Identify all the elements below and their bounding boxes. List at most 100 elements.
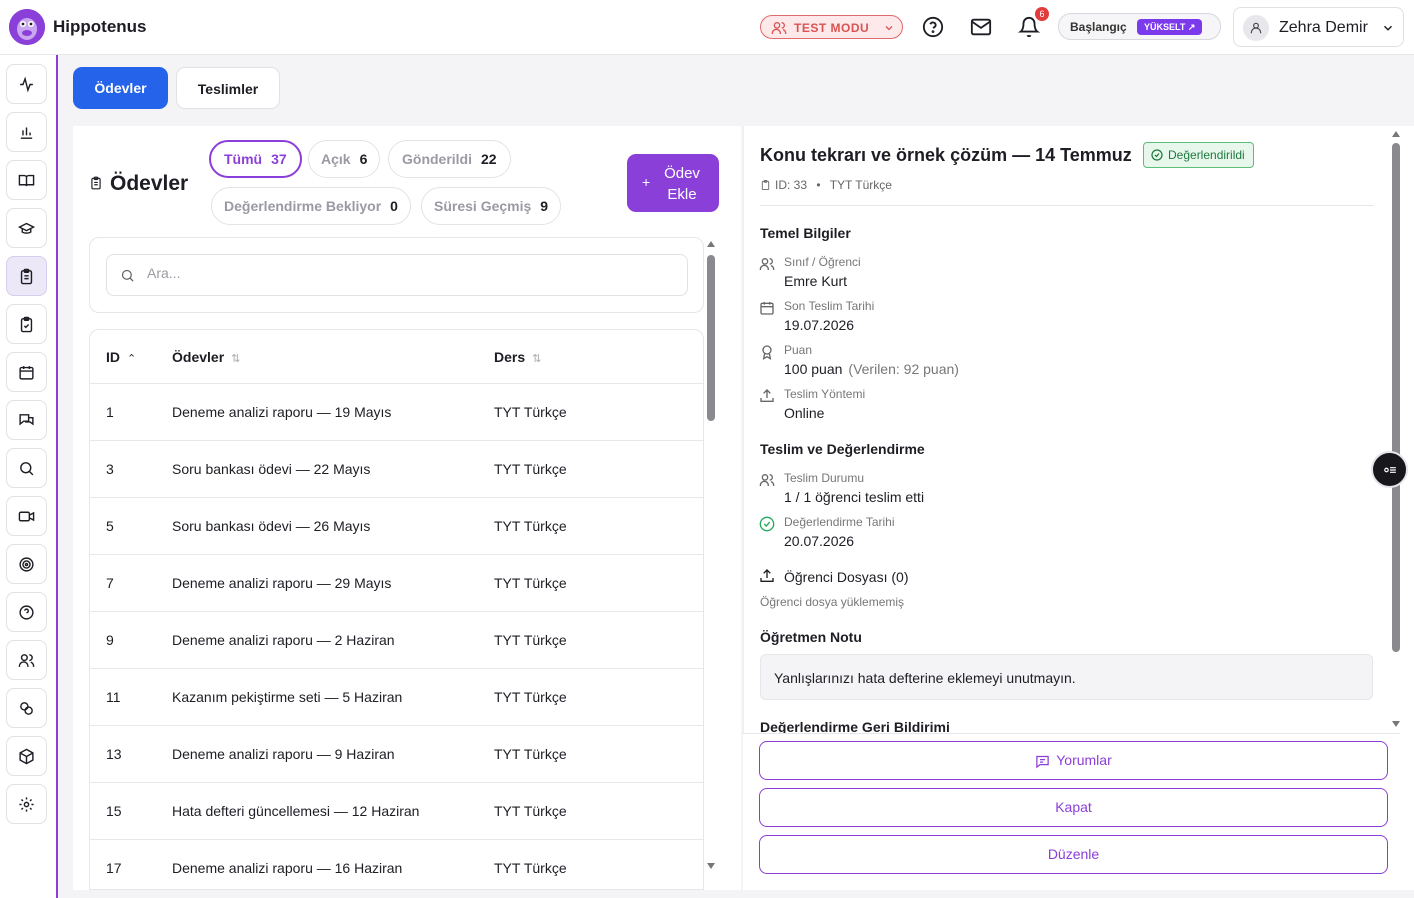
sidebar-item-assignments[interactable] [6, 256, 47, 296]
row-course: TYT Türkçe [494, 689, 567, 705]
sidebar-item-live-lessons[interactable] [6, 496, 47, 536]
sidebar-item-packages[interactable] [6, 736, 47, 776]
scroll-up-icon[interactable] [1392, 130, 1400, 138]
row-name: Hata defteri güncellemesi — 12 Haziran [172, 803, 420, 819]
row-id: 15 [106, 803, 122, 819]
table-row[interactable]: 1 Deneme analizi raporu — 19 Mayıs TYT Tür… [90, 383, 703, 440]
row-course: TYT Türkçe [494, 860, 567, 876]
column-header-label: Ödevler [172, 349, 225, 365]
sidebar-item-search[interactable] [6, 448, 47, 488]
row-name: Deneme analizi raporu — 16 Haziran [172, 860, 403, 876]
messages-button[interactable] [970, 16, 992, 38]
class-label: Sınıf / Öğrenci [784, 255, 861, 269]
add-assignment-button[interactable]: + Ödev Ekle [627, 154, 719, 212]
table-row[interactable]: 11 Kazanım pekiştirme seti — 5 Haziran TYT… [90, 668, 703, 725]
clipboard-icon [761, 179, 770, 191]
sidebar-item-courses[interactable] [6, 160, 47, 200]
row-id: 1 [106, 404, 114, 420]
table-row[interactable]: 17 Deneme analizi raporu — 16 Haziran TYT … [90, 839, 703, 889]
detail-title: Konu tekrarı ve örnek çözüm — 14 Temmuz [760, 145, 1132, 165]
sidebar-item-users[interactable] [6, 640, 47, 680]
detail-scroll-thumb[interactable] [1392, 143, 1400, 652]
sidebar-item-activity[interactable] [6, 64, 47, 104]
close-button[interactable]: Kapat [759, 788, 1388, 827]
scroll-down-icon[interactable] [1392, 720, 1400, 728]
teacher-note-title: Öğretmen Notu [760, 629, 862, 645]
evaluation-date-value: 20.07.2026 [784, 533, 855, 549]
plan-badge[interactable]: Başlangıç YÜKSELT ↗ [1058, 13, 1221, 40]
edit-button[interactable]: Düzenle [759, 835, 1388, 874]
users-icon [759, 474, 775, 486]
detail-id: ID: 33 [775, 178, 808, 192]
column-header-course[interactable]: Ders ⇅ [494, 349, 541, 365]
sort-icon: ⇅ [532, 353, 542, 365]
help-button[interactable] [922, 16, 944, 38]
sidebar-item-help[interactable] [6, 592, 47, 632]
row-course: TYT Türkçe [494, 803, 567, 819]
filter-count: 0 [390, 198, 398, 214]
target-icon [19, 556, 34, 572]
column-header-name[interactable]: Ödevler ⇅ [172, 349, 240, 365]
sidebar-item-goals[interactable] [6, 544, 47, 584]
sidebar-item-settings[interactable] [6, 784, 47, 824]
sidebar-item-exams[interactable] [6, 304, 47, 344]
submission-status-label: Teslim Durumu [784, 471, 865, 485]
tab-submissions[interactable]: Teslimler [176, 67, 280, 109]
message-square-icon [1036, 755, 1049, 769]
filter-label: Tümü [224, 151, 263, 167]
sidebar-item-calendar[interactable] [6, 352, 47, 392]
messages-icon [19, 413, 34, 426]
sidebar-item-students[interactable] [6, 208, 47, 248]
upload-icon [760, 389, 774, 402]
avatar [1243, 15, 1269, 41]
table-row[interactable]: 15 Hata defteri güncellemesi — 12 Haziran… [90, 782, 703, 839]
sort-asc-icon: ⌃ [127, 353, 137, 365]
table-row[interactable]: 3 Soru bankası ödevi — 22 Mayıs TYT Türkçe [90, 440, 703, 497]
user-menu[interactable]: Zehra Demir [1233, 7, 1404, 47]
tab-assignments[interactable]: Ödevler [73, 67, 168, 109]
notification-count-badge: 6 [1035, 7, 1049, 21]
sidebar-item-reports[interactable] [6, 112, 47, 152]
column-header-label: Ders [494, 349, 526, 365]
list-scroll-thumb[interactable] [707, 255, 715, 421]
table-row[interactable]: 7 Deneme analizi raporu — 29 Mayıs TYT Tür… [90, 554, 703, 611]
hippotenus-logo[interactable] [9, 9, 45, 45]
plus-icon: + [642, 174, 651, 190]
filter-label: Değerlendirme Bekliyor [224, 198, 382, 214]
score-given: (Verilen: 92 puan) [848, 361, 959, 377]
meta-separator: • [816, 178, 821, 192]
filter-all[interactable]: Tümü 37 [209, 140, 302, 178]
search-input[interactable] [106, 254, 688, 296]
upgrade-button[interactable]: YÜKSELT ↗ [1137, 19, 1203, 35]
scroll-down-icon[interactable] [707, 862, 715, 870]
row-course: TYT Türkçe [494, 404, 567, 420]
package-icon [19, 748, 34, 764]
table-row[interactable]: 5 Soru bankası ödevi — 26 Mayıs TYT Türkçe [90, 497, 703, 554]
student-files-empty: Öğrenci dosya yüklememiş [760, 595, 905, 609]
sidebar-item-badges[interactable] [6, 688, 47, 728]
comments-button[interactable]: Yorumlar [759, 741, 1388, 780]
sidebar-item-messages[interactable] [6, 400, 47, 440]
row-name: Deneme analizi raporu — 19 Mayıs [172, 404, 392, 420]
filter-open[interactable]: Açık 6 [308, 140, 381, 178]
filter-label: Gönderildi [402, 151, 472, 167]
filter-awaiting-evaluation[interactable]: Değerlendirme Bekliyor 0 [211, 187, 411, 225]
column-header-id[interactable]: ID ⌃ [106, 349, 136, 365]
list-filter-icon [1384, 467, 1396, 473]
search-field[interactable] [147, 265, 667, 281]
floating-assistant-button[interactable] [1371, 451, 1408, 488]
add-assignment-label: Ödev Ekle [664, 165, 700, 203]
filter-submitted[interactable]: Gönderildi 22 [388, 140, 511, 178]
clipboard-list-icon [91, 176, 101, 190]
student-files-title: Öğrenci Dosyası (0) [784, 569, 909, 585]
filter-count: 6 [359, 151, 368, 167]
divider [760, 205, 1374, 206]
test-mode-badge[interactable]: TEST MODU [760, 15, 903, 39]
table-row[interactable]: 9 Deneme analizi raporu — 2 Haziran TYT Tü… [90, 611, 703, 668]
table-row[interactable]: 13 Deneme analizi raporu — 9 Haziran TYT T… [90, 725, 703, 782]
filter-overdue[interactable]: Süresi Geçmiş 9 [421, 187, 562, 225]
class-value: Emre Kurt [784, 273, 848, 289]
row-name: Soru bankası ödevi — 26 Mayıs [172, 518, 371, 534]
scroll-up-icon[interactable] [707, 240, 715, 248]
row-name: Kazanım pekiştirme seti — 5 Haziran [172, 689, 403, 705]
